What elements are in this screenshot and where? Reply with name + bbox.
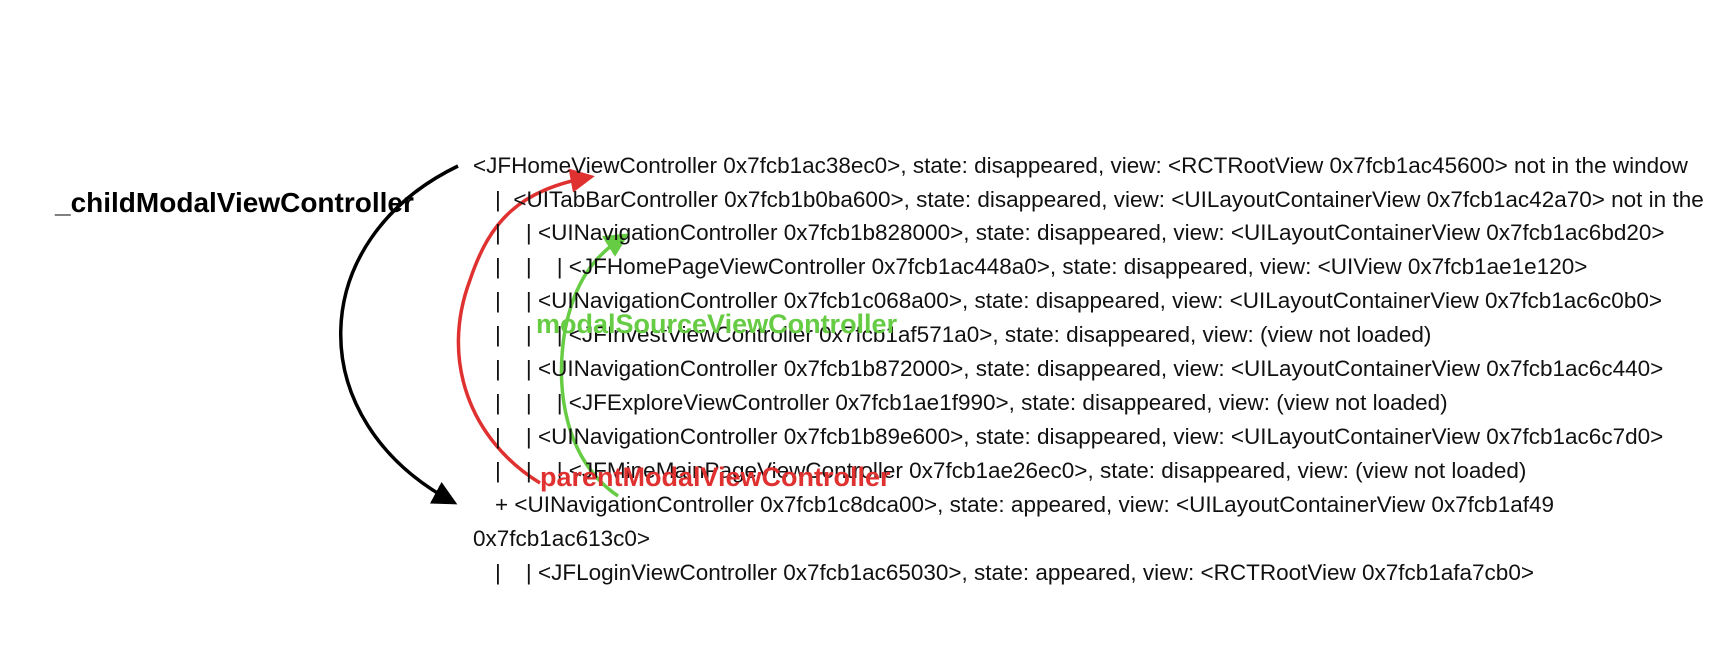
- hierarchy-line: | | | <JFHomePageViewController 0x7fcb1a…: [495, 254, 1588, 279]
- hierarchy-line: | | <UINavigationController 0x7fcb1b89e6…: [495, 424, 1664, 449]
- hierarchy-line: | | | <JFExploreViewController 0x7fcb1ae…: [495, 390, 1448, 415]
- hierarchy-line: | | <JFLoginViewController 0x7fcb1ac6503…: [495, 560, 1534, 585]
- hierarchy-line: | <UITabBarController 0x7fcb1b0ba600>, s…: [495, 187, 1710, 212]
- child-modal-label: _childModalViewController: [55, 187, 414, 218]
- hierarchy-line: 0x7fcb1ac613c0>: [473, 526, 651, 551]
- hierarchy-line: | | <UINavigationController 0x7fcb1b8720…: [495, 356, 1664, 381]
- hierarchy-line: <JFHomeViewController 0x7fcb1ac38ec0>, s…: [473, 153, 1688, 178]
- modal-source-label: modalSourceViewController: [536, 309, 898, 339]
- hierarchy-line: | | <UINavigationController 0x7fcb1b8280…: [495, 220, 1665, 245]
- hierarchy-diagram: <JFHomeViewController 0x7fcb1ac38ec0>, s…: [0, 0, 1710, 658]
- hierarchy-line: + <UINavigationController 0x7fcb1c8dca00…: [495, 492, 1554, 517]
- parent-modal-label: parentModalViewController: [540, 462, 891, 492]
